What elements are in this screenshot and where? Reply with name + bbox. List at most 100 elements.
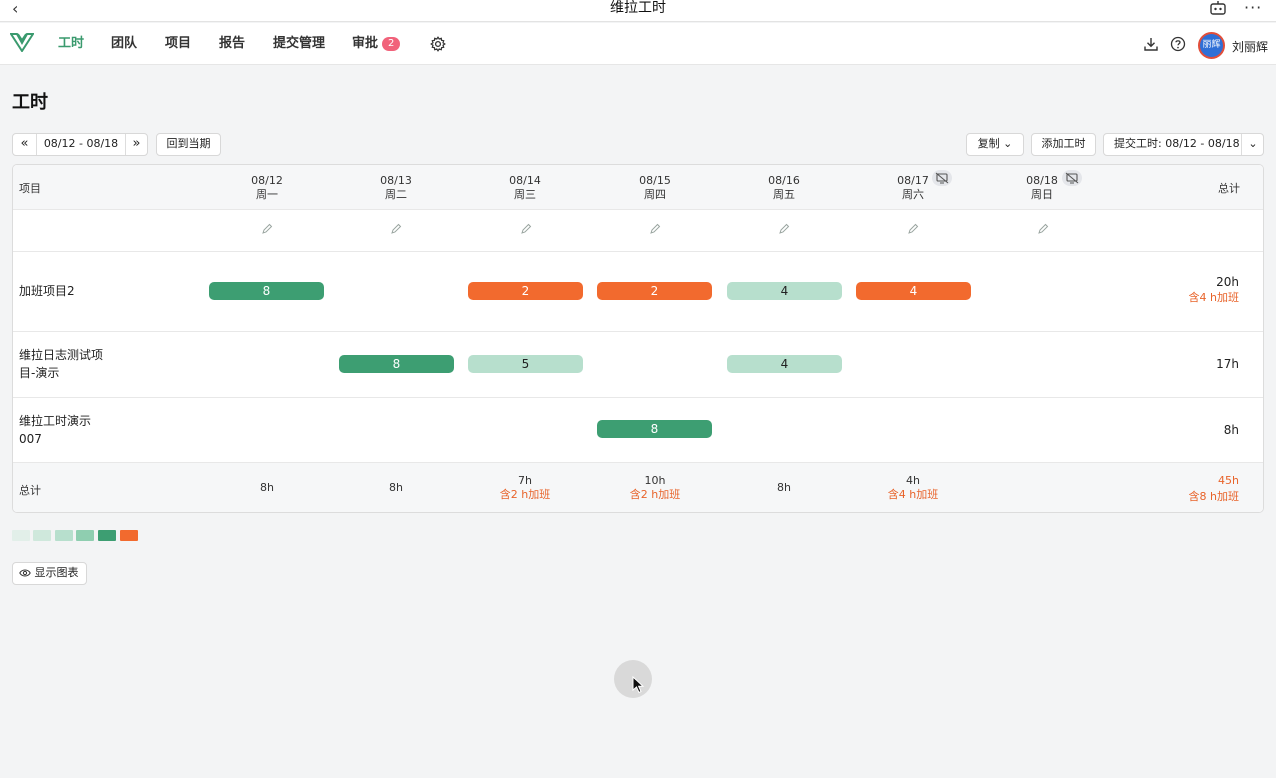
daily-total: 8h	[260, 481, 274, 494]
edit-note-icon[interactable]	[649, 223, 661, 235]
footer-total-label: 总计	[19, 484, 41, 497]
previous-week-button[interactable]: «	[13, 134, 37, 155]
timesheet-table: 项目 总计 08/12 周一 08/13 周二 08/14 周三 08/15 周四 08…	[12, 164, 1264, 513]
row-divider	[13, 331, 1263, 332]
day-date: 08/16	[768, 174, 800, 187]
robot-icon[interactable]	[1209, 1, 1227, 15]
daily-total-overtime: 含2 h加班	[629, 488, 681, 501]
settings-icon[interactable]	[430, 36, 446, 52]
daily-total: 7h 含2 h加班	[475, 474, 575, 502]
grand-total-hours: 45h	[1218, 474, 1239, 487]
grand-total-overtime: 含8 h加班	[1188, 490, 1239, 503]
day-date: 08/13	[380, 174, 412, 187]
edit-note-icon[interactable]	[390, 223, 402, 235]
project-name-line: 维拉日志测试项	[19, 348, 104, 362]
non-working-day-icon[interactable]	[1062, 170, 1082, 186]
row-total: 20h 含4 h加班	[1159, 274, 1239, 306]
legend-swatch	[120, 530, 138, 541]
hours-cell[interactable]: 5	[468, 355, 583, 373]
day-header-wed: 08/14 周三	[495, 174, 555, 202]
edit-note-icon[interactable]	[261, 223, 273, 235]
project-name-line: 007	[19, 432, 42, 446]
avatar[interactable]: 丽辉	[1198, 32, 1225, 59]
daily-total: 8h	[389, 481, 403, 494]
hours-cell[interactable]: 4	[727, 355, 842, 373]
daily-total: 8h	[777, 481, 791, 494]
hours-cell-overtime[interactable]: 4	[856, 282, 971, 300]
show-chart-button[interactable]: 显示图表	[12, 562, 87, 585]
edit-note-icon[interactable]	[1037, 223, 1049, 235]
hours-cell[interactable]: 4	[727, 282, 842, 300]
project-name-line: 目-演示	[19, 366, 60, 380]
grand-total: 45h 含8 h加班	[1159, 473, 1239, 505]
row-divider	[13, 462, 1263, 463]
chevron-down-icon[interactable]: ⌄	[1241, 134, 1264, 155]
day-header-thu: 08/15 周四	[625, 174, 685, 202]
hours-cell-overtime[interactable]: 2	[597, 282, 712, 300]
row-divider	[13, 397, 1263, 398]
hours-cell-overtime[interactable]: 2	[468, 282, 583, 300]
more-icon[interactable]: ···	[1244, 0, 1262, 17]
day-header-tue: 08/13 周二	[366, 174, 426, 202]
day-weekday: 周三	[514, 188, 536, 201]
date-range-label[interactable]: 08/12 - 08/18	[37, 134, 125, 155]
download-icon[interactable]	[1143, 36, 1159, 52]
row-total-hours: 20h	[1216, 275, 1239, 289]
legend-swatch	[55, 530, 73, 541]
legend-swatch	[12, 530, 30, 541]
day-date: 08/15	[639, 174, 671, 187]
row-divider	[13, 209, 1263, 210]
next-week-button[interactable]: »	[125, 134, 147, 155]
row-total-overtime: 含4 h加班	[1188, 291, 1239, 304]
daily-total-hours: 10h	[644, 474, 666, 487]
nav-item-reports[interactable]: 报告	[219, 36, 245, 52]
edit-note-icon[interactable]	[520, 223, 532, 235]
copy-button[interactable]: 复制 ⌄	[966, 133, 1024, 156]
current-period-button[interactable]: 回到当期	[156, 133, 221, 156]
project-column-header: 项目	[19, 182, 41, 195]
top-nav: 工时 团队 项目 报告 提交管理 审批 2 丽辉 刘丽辉	[0, 23, 1276, 65]
hours-cell[interactable]: 8	[209, 282, 324, 300]
day-date: 08/14	[509, 174, 541, 187]
edit-note-icon[interactable]	[907, 223, 919, 235]
legend-swatch	[98, 530, 116, 541]
app-logo-icon[interactable]	[10, 32, 34, 52]
approval-count-badge: 2	[382, 37, 401, 51]
window-title: 维拉工时	[610, 0, 666, 16]
hours-cell[interactable]: 8	[339, 355, 454, 373]
mouse-cursor-icon	[632, 676, 645, 694]
total-column-header: 总计	[1218, 182, 1240, 195]
daily-total-overtime: 含2 h加班	[499, 488, 551, 501]
page-title: 工时	[12, 92, 48, 113]
nav-item-approvals-label: 审批	[352, 36, 379, 51]
row-divider	[13, 251, 1263, 252]
project-name[interactable]: 维拉日志测试项 目-演示	[19, 346, 129, 382]
project-name[interactable]: 加班项目2	[19, 282, 129, 300]
project-name[interactable]: 维拉工时演示 007	[19, 412, 129, 448]
user-name[interactable]: 刘丽辉	[1232, 38, 1268, 55]
nav-item-team[interactable]: 团队	[111, 36, 137, 52]
non-working-day-icon[interactable]	[932, 170, 952, 186]
project-name-line: 维拉工时演示	[19, 414, 92, 428]
edit-note-icon[interactable]	[778, 223, 790, 235]
show-chart-label: 显示图表	[34, 566, 79, 579]
help-icon[interactable]	[1170, 36, 1186, 52]
day-weekday: 周四	[644, 188, 666, 201]
copy-button-label: 复制	[977, 137, 1000, 150]
row-total: 17h	[1216, 357, 1239, 371]
date-range-navigator: « 08/12 - 08/18 »	[12, 133, 148, 156]
add-hours-button[interactable]: 添加工时	[1031, 133, 1096, 156]
chevron-down-icon: ⌄	[1003, 137, 1013, 150]
day-weekday: 周五	[773, 188, 795, 201]
nav-item-projects[interactable]: 项目	[165, 36, 191, 52]
hours-cell[interactable]: 8	[597, 420, 712, 438]
nav-item-approvals[interactable]: 审批 2	[352, 36, 401, 52]
eye-icon	[19, 569, 31, 577]
nav-item-submissions[interactable]: 提交管理	[273, 36, 325, 52]
day-weekday: 周二	[385, 188, 407, 201]
day-header-fri: 08/16 周五	[754, 174, 814, 202]
day-weekday: 周六	[902, 188, 924, 201]
nav-item-hours[interactable]: 工时	[58, 36, 84, 52]
submit-hours-button[interactable]: 提交工时: 08/12 - 08/18 ⌄	[1103, 133, 1264, 156]
daily-total: 4h 含4 h加班	[863, 474, 963, 502]
